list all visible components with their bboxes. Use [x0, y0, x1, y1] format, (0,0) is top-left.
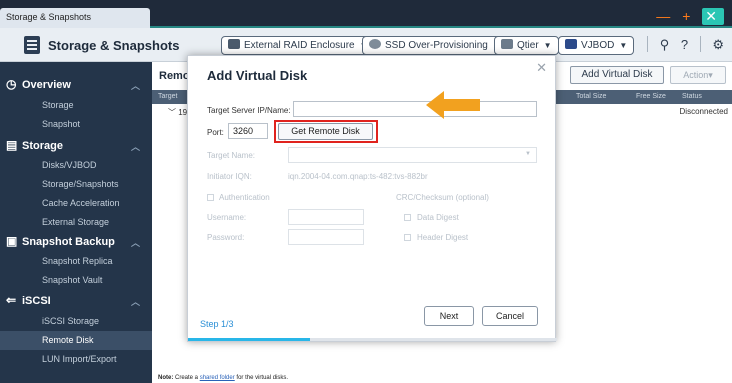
- row-expander[interactable]: ﹀ 19: [168, 107, 187, 118]
- header-digest-checkbox[interactable]: [404, 234, 411, 241]
- divider: [647, 36, 649, 52]
- sidebar-item-iscsi-storage[interactable]: iSCSI Storage: [0, 312, 152, 331]
- chevron-up-icon: ︿: [130, 297, 140, 307]
- target-server-input[interactable]: [293, 101, 537, 117]
- raid-enclosure-icon: [228, 39, 240, 49]
- chevron-down-icon: ▼: [543, 41, 552, 50]
- dialog-title: Add Virtual Disk: [207, 68, 308, 83]
- qtier-button[interactable]: Qtier ▼: [494, 36, 559, 55]
- close-icon[interactable]: ✕: [536, 60, 547, 76]
- qtier-icon: [501, 39, 513, 49]
- initiator-iqn-value: iqn.2004-04.com.qnap:ts-482:tvs-882br: [288, 172, 428, 181]
- app-logo-icon: [24, 36, 40, 54]
- ssd-over-provisioning-button[interactable]: SSD Over-Provisioning▼: [362, 36, 508, 55]
- sidebar-group-iscsi[interactable]: ⇐ iSCSI ︿: [0, 291, 152, 311]
- sidebar-item-disks-vjbod[interactable]: Disks/VJBOD: [0, 156, 152, 175]
- chevron-down-icon: ▼: [525, 151, 531, 157]
- sidebar-item-snapshot-vault[interactable]: Snapshot Vault: [0, 271, 152, 290]
- step-indicator: Step 1/3: [200, 319, 234, 329]
- storage-icon: ▤: [6, 138, 18, 152]
- sidebar-item-storage-snapshots[interactable]: Storage/Snapshots: [0, 175, 152, 194]
- column-header-total-size[interactable]: Total Size: [576, 93, 606, 100]
- port-label: Port:: [207, 128, 224, 137]
- data-digest-label: Data Digest: [417, 213, 459, 222]
- sidebar-group-overview[interactable]: ◷ Overview ︿: [0, 75, 152, 95]
- gear-icon[interactable]: ⚙: [712, 37, 724, 53]
- target-server-label: Target Server IP/Name:: [207, 106, 291, 115]
- sidebar-item-cache-acceleration[interactable]: Cache Acceleration: [0, 194, 152, 213]
- column-header-target[interactable]: Target: [158, 93, 177, 100]
- column-header-status[interactable]: Status: [682, 93, 702, 100]
- password-input[interactable]: [288, 229, 364, 245]
- wizard-progress-fill: [188, 338, 310, 341]
- search-icon[interactable]: ⚲: [660, 37, 670, 53]
- next-button[interactable]: Next: [424, 306, 474, 326]
- help-icon[interactable]: ?: [681, 37, 688, 52]
- external-raid-enclosure-button[interactable]: External RAID Enclosure▼: [221, 36, 375, 55]
- ssd-icon: [369, 39, 381, 49]
- sidebar: ◷ Overview ︿ Storage Snapshot ▤ Storage …: [0, 62, 152, 383]
- sidebar-item-storage[interactable]: Storage: [0, 96, 152, 115]
- chevron-down-icon: ▼: [619, 41, 628, 50]
- initiator-iqn-label: Initiator IQN:: [207, 172, 252, 181]
- sidebar-item-external-storage[interactable]: External Storage: [0, 213, 152, 232]
- data-digest-checkbox[interactable]: [404, 214, 411, 221]
- sidebar-item-snapshot-replica[interactable]: Snapshot Replica: [0, 252, 152, 271]
- window-title-bar: Storage & Snapshots — + ✕: [0, 0, 732, 28]
- row-status: Disconnected: [679, 107, 728, 116]
- password-label: Password:: [207, 233, 245, 242]
- highlight-box: [274, 120, 378, 143]
- authentication-checkbox[interactable]: [207, 194, 214, 201]
- iscsi-icon: ⇐: [6, 293, 17, 307]
- action-button[interactable]: Action▾: [670, 66, 726, 84]
- arrow-left-icon: [426, 91, 480, 119]
- overview-icon: ◷: [6, 77, 17, 91]
- cancel-button[interactable]: Cancel: [482, 306, 538, 326]
- window-tab-title[interactable]: Storage & Snapshots: [0, 8, 150, 28]
- app-title: Storage & Snapshots: [48, 38, 180, 53]
- chevron-up-icon: ︿: [130, 81, 140, 91]
- chevron-down-icon: ▾: [708, 70, 713, 80]
- target-name-select[interactable]: ▼: [288, 147, 537, 163]
- chevron-up-icon: ︿: [130, 142, 140, 152]
- divider: [699, 36, 701, 52]
- vjbod-button[interactable]: VJBOD ▼: [558, 36, 635, 55]
- shared-folder-link[interactable]: shared folder: [200, 375, 235, 381]
- username-label: Username:: [207, 213, 247, 222]
- authentication-label: Authentication: [219, 193, 270, 202]
- minimize-button[interactable]: —: [656, 8, 674, 24]
- sidebar-item-lun-import-export[interactable]: LUN Import/Export: [0, 350, 152, 369]
- sidebar-item-remote-disk[interactable]: Remote Disk: [0, 331, 152, 350]
- snapshot-backup-icon: ▣: [6, 234, 18, 248]
- port-input[interactable]: 3260: [228, 123, 268, 139]
- add-virtual-disk-button[interactable]: Add Virtual Disk: [570, 66, 664, 84]
- header-digest-label: Header Digest: [417, 233, 469, 242]
- maximize-button[interactable]: +: [682, 8, 694, 24]
- section-title: Remo: [159, 70, 190, 82]
- chevron-up-icon: ︿: [130, 238, 140, 248]
- column-header-free-size[interactable]: Free Size: [636, 93, 666, 100]
- target-name-label: Target Name:: [207, 151, 256, 160]
- add-virtual-disk-dialog: Add Virtual Disk ✕ Target Server IP/Name…: [187, 55, 557, 342]
- sidebar-group-storage[interactable]: ▤ Storage ︿: [0, 136, 152, 156]
- vjbod-icon: [565, 39, 577, 49]
- username-input[interactable]: [288, 209, 364, 225]
- footer-note: Note: Create a shared folder for the vir…: [158, 375, 289, 381]
- close-button[interactable]: ✕: [702, 8, 724, 25]
- crc-checksum-label: CRC/Checksum (optional): [396, 193, 489, 202]
- chevron-down-icon: ﹀: [168, 108, 176, 117]
- window-controls: — + ✕: [656, 8, 724, 25]
- header-icons: ⚲ ? ⚙: [639, 36, 724, 53]
- sidebar-group-snapshot-backup[interactable]: ▣ Snapshot Backup ︿: [0, 232, 152, 252]
- sidebar-item-snapshot[interactable]: Snapshot: [0, 115, 152, 134]
